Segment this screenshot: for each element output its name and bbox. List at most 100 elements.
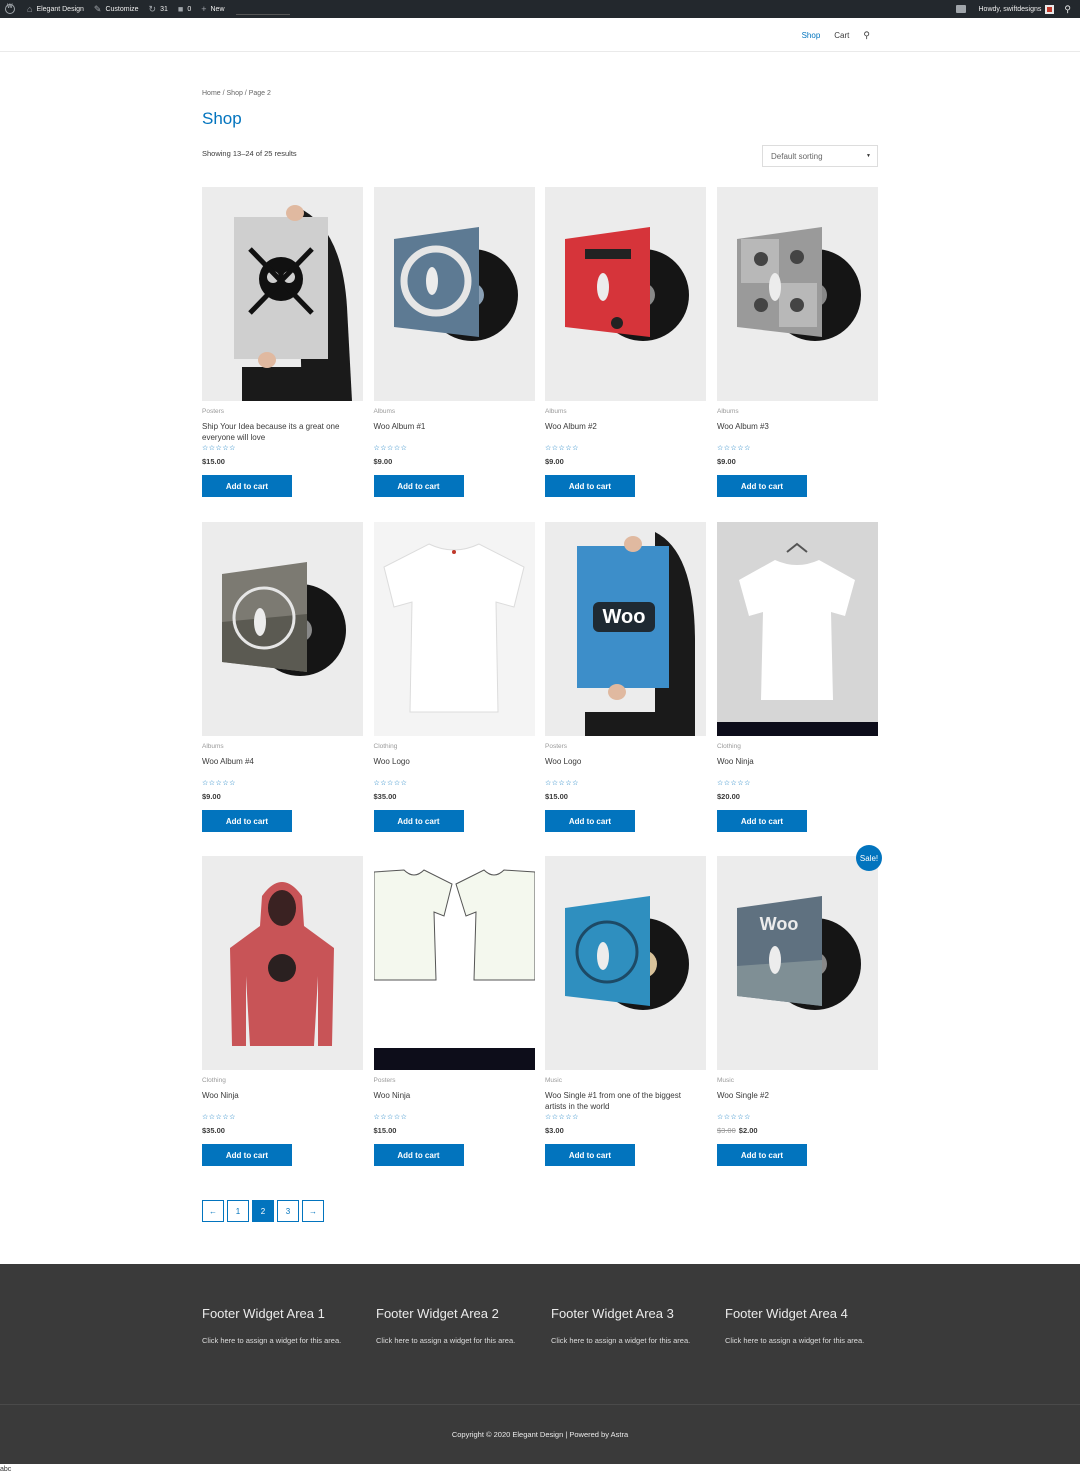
updates-count: 31: [160, 5, 168, 13]
current-price: $9.00: [717, 457, 736, 466]
product-name[interactable]: Woo Logo: [545, 756, 695, 767]
product-name[interactable]: Woo Ninja: [717, 756, 867, 767]
search-icon[interactable]: ⚲: [863, 30, 870, 41]
product-image[interactable]: [202, 522, 363, 736]
current-price: $9.00: [545, 457, 564, 466]
product-name[interactable]: Woo Single #2: [717, 1090, 867, 1101]
star-rating-icon: ☆☆☆☆☆: [202, 1114, 236, 1121]
site-name-menu[interactable]: ⌂ Elegant Design: [22, 0, 89, 18]
current-price: $3.00: [545, 1126, 564, 1135]
product-price: $15.00: [545, 792, 568, 801]
brush-icon: ✎: [93, 3, 102, 14]
monitor-icon[interactable]: [955, 5, 966, 13]
product-category[interactable]: Music: [545, 1077, 562, 1084]
product-price: $9.00: [202, 792, 221, 801]
current-price: $15.00: [202, 457, 225, 466]
product-category[interactable]: Albums: [202, 743, 224, 750]
add-to-cart-button[interactable]: Add to cart: [545, 475, 635, 497]
pagination-page[interactable]: 2: [252, 1200, 274, 1222]
product-card: Albums Woo Album #1 ☆☆☆☆☆ $9.00 Add to cart: [373, 187, 535, 497]
product-category[interactable]: Music: [717, 1077, 734, 1084]
widget-text[interactable]: Click here to assign a widget for this a…: [376, 1333, 536, 1348]
product-name[interactable]: Woo Single #1 from one of the biggest ar…: [545, 1090, 695, 1112]
sorting-select[interactable]: Default sorting ▼: [762, 145, 878, 167]
add-to-cart-button[interactable]: Add to cart: [373, 1144, 464, 1166]
product-image[interactable]: [373, 187, 535, 401]
product-category[interactable]: Clothing: [202, 1077, 226, 1084]
product-name[interactable]: Ship Your Idea because its a great one e…: [202, 421, 352, 443]
avatar: [1045, 4, 1055, 14]
product-category[interactable]: Clothing: [717, 743, 741, 750]
current-price: $15.00: [373, 1126, 397, 1135]
add-to-cart-button[interactable]: Add to cart: [373, 810, 464, 832]
pagination-prev[interactable]: ←: [202, 1200, 224, 1222]
product-name[interactable]: Woo Logo: [374, 756, 524, 767]
product-image[interactable]: Woo: [545, 522, 706, 736]
product-name[interactable]: Woo Album #1: [374, 421, 524, 432]
product-image[interactable]: [202, 187, 363, 401]
product-name[interactable]: Woo Album #4: [202, 756, 352, 767]
add-to-cart-button[interactable]: Add to cart: [202, 475, 292, 497]
product-category[interactable]: Clothing: [374, 743, 398, 750]
product-image[interactable]: [545, 187, 706, 401]
product-image[interactable]: Woo: [717, 856, 878, 1070]
pagination-page[interactable]: 3: [277, 1200, 299, 1222]
pagination-next[interactable]: →: [302, 1200, 324, 1222]
current-price: $20.00: [717, 792, 740, 801]
product-category[interactable]: Albums: [545, 408, 567, 415]
product-image[interactable]: [373, 856, 535, 1070]
widget-text[interactable]: Click here to assign a widget for this a…: [725, 1333, 885, 1348]
product-category[interactable]: Albums: [374, 408, 396, 415]
add-to-cart-button[interactable]: Add to cart: [717, 475, 807, 497]
admin-search-field[interactable]: [235, 13, 290, 15]
product-image[interactable]: [717, 522, 878, 736]
add-to-cart-button[interactable]: Add to cart: [717, 1144, 807, 1166]
product-image[interactable]: [202, 856, 363, 1070]
product-category[interactable]: Posters: [202, 408, 224, 415]
star-rating-icon: ☆☆☆☆☆: [373, 445, 408, 452]
account-menu[interactable]: Howdy, swiftdesigns: [974, 0, 1060, 18]
add-to-cart-button[interactable]: Add to cart: [717, 810, 807, 832]
add-to-cart-button[interactable]: Add to cart: [545, 810, 635, 832]
svg-text:Woo: Woo: [760, 914, 799, 934]
add-to-cart-button[interactable]: Add to cart: [202, 810, 292, 832]
widget-text[interactable]: Click here to assign a widget for this a…: [551, 1333, 711, 1348]
footer-widget: Footer Widget Area 3 Click here to assign…: [551, 1306, 711, 1348]
product-image[interactable]: [373, 522, 535, 736]
chevron-down-icon: ▼: [866, 153, 871, 159]
current-price: $35.00: [373, 792, 397, 801]
product-image[interactable]: [545, 856, 706, 1070]
add-to-cart-button[interactable]: Add to cart: [373, 475, 464, 497]
product-category[interactable]: Posters: [374, 1077, 396, 1084]
star-rating-icon: ☆☆☆☆☆: [545, 780, 579, 787]
comments-link[interactable]: ■ 0: [173, 0, 196, 18]
updates-link[interactable]: ↻ 31: [144, 0, 173, 18]
product-price: $15.00: [202, 457, 225, 466]
wordpress-logo-menu[interactable]: [0, 0, 22, 18]
admin-search-toggle[interactable]: ⚲: [1059, 0, 1080, 18]
customize-link[interactable]: ✎ Customize: [89, 0, 144, 18]
product-category[interactable]: Posters: [545, 743, 567, 750]
star-rating-icon: ☆☆☆☆☆: [373, 780, 408, 787]
nav-item-cart[interactable]: Cart: [834, 31, 849, 40]
widget-text[interactable]: Click here to assign a widget for this a…: [202, 1333, 362, 1348]
product-name[interactable]: Woo Ninja: [202, 1090, 352, 1101]
star-rating-icon: ☆☆☆☆☆: [202, 445, 236, 452]
product-price: $9.00: [717, 457, 736, 466]
wordpress-icon: [5, 4, 15, 14]
product-category[interactable]: Albums: [717, 408, 739, 415]
search-icon: ⚲: [1064, 3, 1071, 14]
product-card: Music Woo Single #1 from one of the bigge…: [545, 856, 706, 1166]
product-card: Woo Posters Woo Logo ☆☆☆☆☆ $15.00 Add to cart: [545, 522, 706, 832]
nav-item-shop[interactable]: Shop: [802, 31, 821, 40]
product-name[interactable]: Woo Ninja: [374, 1090, 524, 1101]
product-name[interactable]: Woo Album #2: [545, 421, 695, 432]
pagination-page[interactable]: 1: [227, 1200, 249, 1222]
product-card: Woo Sale! Music Woo Single #2 ☆☆☆☆☆ $3.00 $2.0…: [717, 845, 882, 1166]
add-to-cart-button[interactable]: Add to cart: [545, 1144, 635, 1166]
current-price: $9.00: [373, 457, 393, 466]
product-name[interactable]: Woo Album #3: [717, 421, 867, 432]
new-content-menu[interactable]: + New: [196, 0, 229, 18]
add-to-cart-button[interactable]: Add to cart: [202, 1144, 292, 1166]
product-image[interactable]: [717, 187, 878, 401]
